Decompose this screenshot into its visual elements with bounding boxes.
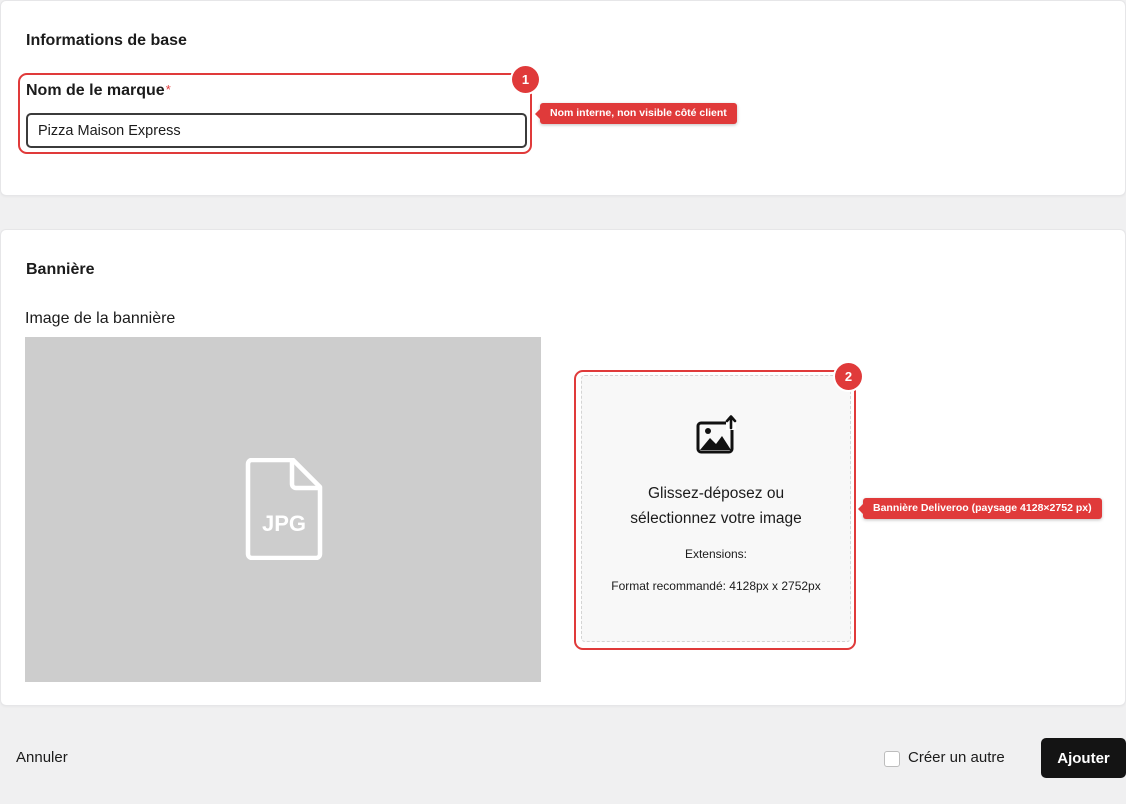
cancel-button[interactable]: Annuler xyxy=(16,749,68,766)
create-another-label[interactable]: Créer un autre xyxy=(908,749,1005,766)
brand-name-input[interactable] xyxy=(26,113,527,148)
annotation-tooltip-1: Nom interne, non visible côté client xyxy=(535,103,737,124)
image-dropzone[interactable]: Glissez-déposez ou sélectionnez votre im… xyxy=(581,375,851,642)
banner-image-preview: JPG xyxy=(25,337,541,682)
dropzone-text-line1: Glissez-déposez ou xyxy=(647,485,785,502)
section-title-basic-info: Informations de base xyxy=(26,32,187,49)
dropzone-text-line2: sélectionnez votre image xyxy=(630,510,802,527)
required-asterisk: * xyxy=(165,82,171,97)
section-title-banner: Bannière xyxy=(26,261,95,278)
create-another-checkbox[interactable] xyxy=(884,751,900,767)
annotation-badge-2: 2 xyxy=(835,363,862,390)
dropzone-recommended-format: Format recommandé: 4128px x 2752px xyxy=(611,579,821,593)
svg-text:JPG: JPG xyxy=(262,511,306,536)
annotation-badge-1: 1 xyxy=(512,66,539,93)
add-button[interactable]: Ajouter xyxy=(1041,738,1126,778)
jpg-file-icon: JPG xyxy=(245,458,323,560)
brand-name-label-text: Nom de le marque xyxy=(26,82,165,99)
dropzone-instructions: Glissez-déposez ou sélectionnez votre im… xyxy=(582,481,850,531)
image-upload-icon xyxy=(696,415,737,454)
banner-image-label: Image de la bannière xyxy=(25,310,176,327)
dropzone-extensions: Extensions: xyxy=(684,547,748,561)
brand-name-label: Nom de le marque* xyxy=(26,82,171,100)
annotation-tooltip-2: Bannière Deliveroo (paysage 4128×2752 px… xyxy=(858,498,1102,519)
basic-info-card: Informations de base Nom de le marque* xyxy=(0,0,1126,196)
